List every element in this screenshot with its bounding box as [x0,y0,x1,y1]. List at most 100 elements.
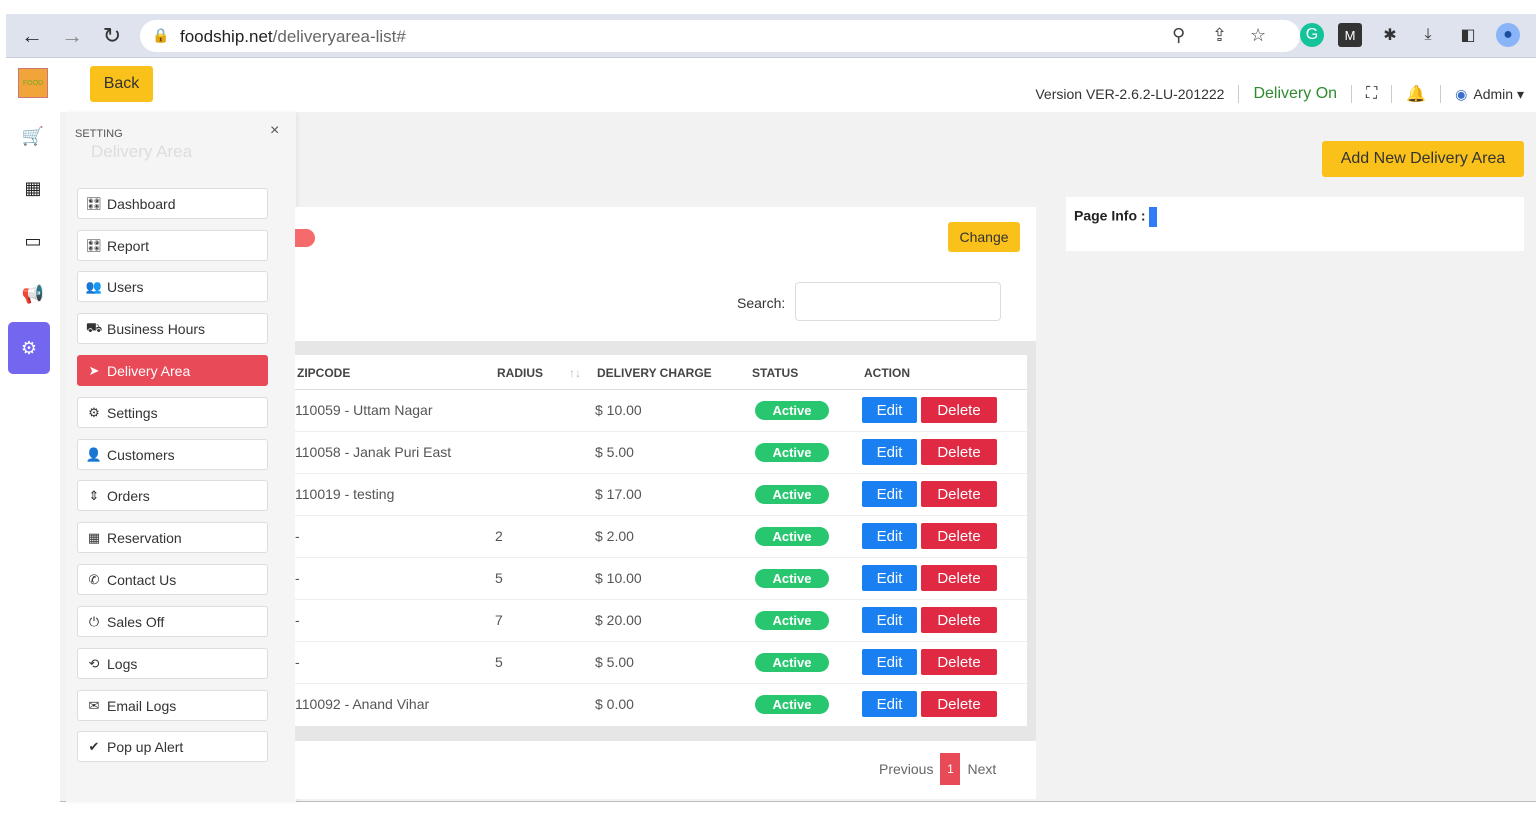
calculator-icon[interactable]: ▦ [6,168,60,208]
admin-menu[interactable]: Admin ▾ [1473,86,1524,103]
table-container: ZIPCODE RADIUS ↑↓ DELIVERY CHARGE STATUS… [295,341,1036,741]
change-button[interactable]: Change [948,222,1020,252]
menu-item-label: Email Logs [107,697,177,714]
table-row: 110059 - Uttam Nagar $ 10.00 Active Edit… [295,390,1027,432]
delete-button[interactable]: Delete [921,523,997,549]
menu-item-report[interactable]: 🎛 Report [77,230,268,261]
add-new-delivery-area-button[interactable]: Add New Delivery Area [1322,141,1524,177]
profile-avatar-icon[interactable]: ● [1496,23,1520,47]
back-button[interactable]: Back [90,66,153,102]
menu-item-orders[interactable]: ⇕ Orders [77,480,268,511]
report-icon: 🎛 [85,237,103,253]
bookmark-star-icon[interactable]: ☆ [1250,25,1266,46]
pagination-current-page[interactable]: 1 [940,753,961,785]
menu-item-settings[interactable]: ⚙ Settings [77,397,268,428]
menu-item-email-logs[interactable]: ✉ Email Logs [77,690,268,721]
menu-item-sales-off[interactable]: ⏻ Sales Off [77,606,268,637]
menu-item-customers[interactable]: 👤 Customers [77,439,268,470]
close-icon[interactable]: × [270,122,279,140]
forward-arrow-icon[interactable]: → [58,22,86,50]
edit-button[interactable]: Edit [862,481,917,507]
column-header-delivery-charge[interactable]: DELIVERY CHARGE [597,366,712,380]
table-row: 110019 - testing $ 17.00 Active Edit Del… [295,474,1027,516]
back-arrow-icon[interactable]: ← [18,22,46,50]
column-header-zipcode[interactable]: ZIPCODE [297,366,350,380]
zoom-icon[interactable]: ⚲ [1172,25,1185,46]
cart-icon[interactable]: 🛒 [6,116,60,156]
edit-button[interactable]: Edit [862,397,917,423]
edit-button[interactable]: Edit [862,565,917,591]
delete-button[interactable]: Delete [921,439,997,465]
gear-icon: ⚙ [88,404,100,420]
grammarly-icon[interactable]: G [1300,23,1324,47]
menu-item-label: Logs [107,655,138,672]
extensions-puzzle-icon[interactable]: ✱ [1378,23,1402,47]
menu-item-pop-up-alert[interactable]: ✔ Pop up Alert [77,731,268,762]
side-panel-icon[interactable]: ◧ [1456,23,1480,47]
delete-button[interactable]: Delete [921,691,997,717]
delete-button[interactable]: Delete [921,397,997,423]
delivery-status[interactable]: Delivery On [1253,85,1337,103]
share-icon[interactable]: ⇪ [1212,25,1227,46]
pagination-previous[interactable]: Previous [879,761,933,777]
settings-gear-icon[interactable]: ⚙ [8,322,50,374]
search-label: Search: [737,295,786,311]
header-actions: Version VER-2.6.2-LU-201222 Delivery On … [1035,84,1524,104]
charge-cell: $ 5.00 [595,444,634,460]
menu-item-label: Business Hours [107,320,206,337]
edit-button[interactable]: Edit [862,439,917,465]
pagination-next[interactable]: Next [967,761,996,777]
address-bar[interactable]: 🔒 foodship.net/deliveryarea-list# ⚲ ⇪ ☆ [140,20,1300,52]
download-icon[interactable]: ⤓ [1416,23,1440,47]
column-header-radius[interactable]: RADIUS [497,366,543,380]
edit-button[interactable]: Edit [862,691,917,717]
sort-arrows-icon[interactable]: ↑↓ [569,366,581,380]
edit-button[interactable]: Edit [862,523,917,549]
charge-cell: $ 17.00 [595,486,642,502]
menu-item-business-hours[interactable]: ⛟ Business Hours [77,313,268,344]
table-row: - 5 $ 10.00 Active Edit Delete [295,558,1027,600]
bell-icon[interactable]: 🔔 [1406,84,1426,104]
truck-icon: ⛟ [85,319,103,335]
page-info-label: Page Info : [1074,207,1157,227]
radius-cell: 5 [495,654,503,670]
zipcode-cell: 110058 - Janak Puri East [295,444,452,460]
column-header-status[interactable]: STATUS [752,366,798,380]
brand-logo[interactable]: FOOD [18,68,48,98]
menu-item-contact-us[interactable]: ✆ Contact Us [77,564,268,595]
zipcode-cell: 110019 - testing [295,486,395,502]
megaphone-icon[interactable]: 📢 [6,274,60,314]
charge-cell: $ 2.00 [595,528,634,544]
menu-item-users[interactable]: 👥 Users [77,271,268,302]
status-badge: Active [755,569,829,588]
menu-item-dashboard[interactable]: 🎛 Dashboard [77,188,268,219]
toggle-switch[interactable] [295,229,315,247]
divider [1351,85,1353,103]
menu-item-label: Contact Us [107,571,177,588]
menu-item-delivery-area[interactable]: ➤ Delivery Area [77,355,268,386]
icon-rail: 🛒 ▦ ▭ 📢 ⚙ [6,112,60,802]
monitor-icon[interactable]: ▭ [6,221,60,261]
check-icon: ✔ [88,738,100,754]
pagination: Previous 1 Next [879,753,996,785]
column-header-action: ACTION [864,366,910,380]
delete-button[interactable]: Delete [921,481,997,507]
menu-item-label: Delivery Area [107,362,191,379]
menu-item-reservation[interactable]: ▦ Reservation [77,522,268,553]
delete-button[interactable]: Delete [921,649,997,675]
menu-item-logs[interactable]: ⟲ Logs [77,648,268,679]
delivery-area-card: Change Search: ZIPCODE RADIUS ↑↓ DELIVER… [295,207,1036,799]
edit-button[interactable]: Edit [862,607,917,633]
table-row: - 2 $ 2.00 Active Edit Delete [295,516,1027,558]
delete-button[interactable]: Delete [921,607,997,633]
search-input[interactable] [795,282,1001,321]
fullscreen-icon[interactable]: ⛶ [1366,85,1377,103]
charge-cell: $ 20.00 [595,612,642,628]
url-text[interactable]: foodship.net/deliveryarea-list# [180,27,406,47]
delete-button[interactable]: Delete [921,565,997,591]
status-badge: Active [755,611,829,630]
reload-icon[interactable]: ↻ [98,22,126,50]
radius-cell: 5 [495,570,503,586]
edit-button[interactable]: Edit [862,649,917,675]
mail-extension-icon[interactable]: M [1338,23,1362,47]
